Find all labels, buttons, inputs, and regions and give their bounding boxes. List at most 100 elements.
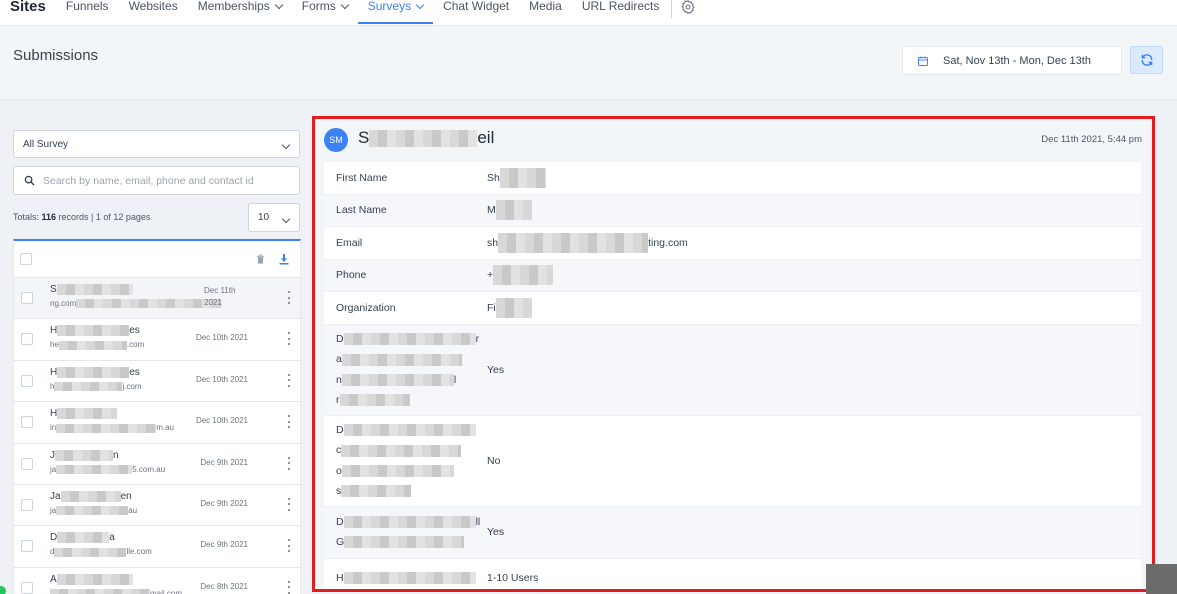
redacted-text (76, 299, 222, 309)
nav-item-forms[interactable]: Forms (292, 0, 358, 24)
more-options-icon[interactable] (288, 332, 291, 346)
more-options-icon[interactable] (288, 580, 291, 594)
select-all-checkbox[interactable] (20, 253, 32, 265)
list-item[interactable]: Jn ja 5.com.au Dec 9th 2021 (14, 444, 300, 485)
row-checkbox[interactable] (21, 581, 33, 594)
brand-title: Sites (10, 0, 46, 15)
more-options-icon[interactable] (288, 373, 291, 387)
redacted-text (56, 573, 133, 585)
date-range-text: Sat, Nov 13th - Mon, Dec 13th (943, 54, 1091, 67)
row-date: Dec 11th 2021 (204, 286, 236, 307)
row-email-end: m.au (156, 423, 175, 433)
row-checkbox[interactable] (21, 457, 33, 470)
calendar-icon (918, 56, 928, 66)
row-name: Da (50, 532, 115, 543)
row-date: Dec 10th 2021 (195, 333, 248, 343)
chevron-down-icon (274, 0, 283, 10)
row-email-end: lle.com (126, 547, 152, 557)
download-icon[interactable] (278, 253, 290, 265)
list-item[interactable]: Da d lle.com Dec 9th 2021 (14, 526, 300, 568)
nav-item-funnels[interactable]: Funnels (56, 0, 119, 24)
page-size-select[interactable]: 10 (248, 203, 300, 232)
nav-item-memberships[interactable]: Memberships (188, 0, 292, 24)
search-field[interactable] (13, 166, 300, 195)
nav-item-media[interactable]: Media (519, 0, 572, 24)
row-name: Ja en (50, 490, 132, 503)
row-name-start: H (50, 408, 58, 420)
row-name-start: Ja (50, 491, 61, 503)
row-date: Dec 8th 2021 (200, 581, 248, 591)
row-name-start: A (50, 573, 57, 585)
row-date: Dec 9th 2021 (200, 457, 248, 467)
row-email: h j.com (50, 382, 142, 392)
nav-divider (671, 0, 673, 18)
row-date: Dec 9th 2021 (200, 540, 248, 550)
trash-icon[interactable] (255, 253, 266, 265)
row-email-end: au (128, 505, 138, 515)
submission-list: Sng.com Dec 11th 2021 Hes he .com Dec 10th 20… (13, 239, 301, 594)
row-checkbox[interactable] (21, 498, 33, 511)
row-checkbox[interactable] (21, 333, 33, 346)
nav-item-chat-widget[interactable]: Chat Widget (433, 0, 519, 24)
row-checkbox[interactable] (21, 292, 33, 304)
list-item[interactable]: Ja en ja au Dec 9th 2021 (14, 485, 300, 527)
more-options-icon[interactable] (288, 456, 291, 470)
row-email: d lle.com (50, 547, 152, 557)
page-header: Submissions Sat, Nov 13th - Mon, Dec 13t… (0, 26, 1177, 100)
redacted-thumbnail (1146, 564, 1177, 594)
nav-item-label: Forms (301, 0, 336, 13)
list-item[interactable]: Amail.com Dec 8th 2021 (14, 568, 300, 594)
row-name: Hes (50, 366, 140, 378)
chevron-down-icon (415, 0, 425, 10)
row-email: mail.com (50, 589, 182, 594)
list-item[interactable]: Hes h j.com Dec 10th 2021 (14, 361, 300, 403)
more-options-icon[interactable] (288, 539, 291, 553)
redacted-text (60, 490, 121, 502)
row-name-start: H (50, 366, 58, 378)
gear-icon[interactable] (680, 0, 696, 15)
row-name: S (50, 284, 133, 295)
redacted-text (56, 506, 129, 516)
nav-item-websites[interactable]: Websites (119, 0, 188, 24)
refresh-button[interactable] (1130, 46, 1163, 74)
row-date: Dec 9th 2021 (200, 498, 248, 508)
row-checkbox[interactable] (21, 416, 33, 429)
more-options-icon[interactable] (288, 291, 291, 304)
more-options-icon[interactable] (288, 497, 291, 511)
row-checkbox[interactable] (21, 374, 33, 387)
nav-item-label: Funnels (65, 0, 109, 13)
row-name-start: H (50, 325, 58, 337)
list-item[interactable]: Hin m.au Dec 10th 2021 (14, 402, 300, 444)
chevron-down-icon (281, 140, 291, 150)
row-checkbox[interactable] (21, 540, 33, 553)
more-options-icon[interactable] (288, 415, 291, 429)
redacted-text (56, 423, 157, 433)
row-name-start: D (50, 532, 58, 544)
redacted-text (55, 449, 113, 461)
totals-suffix: records | 1 of 12 pages (56, 212, 151, 222)
row-email-start: ng.com (50, 299, 77, 308)
row-name: H (50, 408, 118, 420)
nav-items: Funnels Websites Memberships Forms Surveys Ch… (56, 0, 670, 24)
list-item[interactable]: Hes he .com Dec 10th 2021 (14, 319, 300, 361)
redacted-text (57, 408, 118, 420)
row-name: A (50, 573, 133, 585)
row-name-end: a (109, 532, 115, 544)
redacted-text (57, 325, 130, 337)
row-email: ng.com (50, 299, 222, 309)
row-date: Dec 10th 2021 (195, 416, 248, 426)
nav-item-label: Memberships (197, 0, 270, 13)
row-email: ja 5.com.au (50, 465, 165, 474)
survey-select[interactable]: All Survey (13, 130, 300, 158)
nav-item-label: Surveys (367, 0, 412, 13)
date-range-picker[interactable]: Sat, Nov 13th - Mon, Dec 13th (902, 46, 1122, 75)
search-icon (24, 175, 35, 186)
row-email: ja au (50, 505, 138, 516)
nav-item-url-redirects[interactable]: URL Redirects (572, 0, 670, 24)
list-item[interactable]: Sng.com Dec 11th 2021 (14, 278, 300, 320)
nav-item-label: Chat Widget (443, 0, 510, 13)
row-email-end: 5.com.au (132, 464, 166, 474)
search-input[interactable] (43, 174, 283, 187)
nav-item-surveys[interactable]: Surveys (357, 0, 434, 24)
chevron-down-icon (281, 214, 291, 223)
